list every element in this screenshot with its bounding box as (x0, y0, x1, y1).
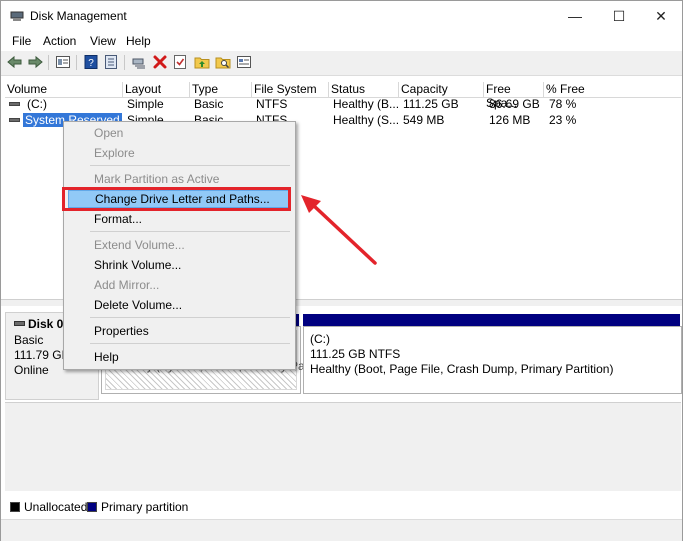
annotation-arrow-icon (301, 195, 377, 265)
delete-x-icon[interactable] (152, 54, 168, 70)
menu-bar: File Action View Help (1, 32, 682, 50)
partition-size: 111.25 GB NTFS (310, 347, 401, 361)
menu-view[interactable]: View (90, 34, 116, 48)
menu-item-delete-volume[interactable]: Delete Volume... (94, 298, 182, 312)
svg-text:?: ? (88, 58, 94, 69)
disk-name: Disk 0 (28, 317, 64, 331)
column-header-type[interactable]: Type (190, 82, 252, 97)
empty-disk-area (5, 402, 681, 491)
column-header-capacity[interactable]: Capacity (399, 82, 484, 97)
cell-free-space: 126 MB (489, 113, 531, 127)
folder-up-icon[interactable] (194, 54, 210, 70)
cell-type: Basic (194, 97, 224, 111)
column-header-status[interactable]: Status (329, 82, 399, 97)
minimize-button[interactable]: — (553, 1, 597, 31)
cell-layout: Simple (127, 97, 164, 111)
cell-volume: (C:) (27, 97, 47, 111)
list-view-icon[interactable] (55, 54, 71, 70)
primary-partition-swatch (87, 502, 97, 512)
disk-state: Online (14, 363, 49, 377)
toolbar-separator (76, 55, 77, 70)
forward-arrow-icon[interactable] (27, 54, 43, 70)
menu-file[interactable]: File (12, 34, 31, 48)
partition-name: (C:) (310, 332, 330, 346)
search-folder-icon[interactable] (215, 54, 231, 70)
properties-icon[interactable] (103, 54, 119, 70)
partition-status: Healthy (Boot, Page File, Crash Dump, Pr… (310, 362, 614, 376)
help-book-icon[interactable]: ? (83, 54, 99, 70)
annotation-highlight-box (62, 187, 291, 211)
volume-icon (9, 118, 20, 122)
menu-separator (90, 165, 290, 166)
menu-item-format[interactable]: Format... (94, 212, 142, 226)
column-header-free-space[interactable]: Free Spa... (484, 82, 544, 110)
console-icon[interactable] (236, 54, 252, 70)
cell-capacity: 111.25 GB (403, 97, 459, 111)
legend-unallocated: Unallocated (24, 500, 88, 514)
menu-item-mark-active[interactable]: Mark Partition as Active (94, 172, 219, 186)
toolbar-separator (124, 55, 125, 70)
menu-item-shrink-volume[interactable]: Shrink Volume... (94, 258, 181, 272)
status-bar (1, 519, 682, 541)
toolbar-separator (48, 55, 49, 70)
menu-item-open[interactable]: Open (94, 126, 123, 140)
legend: Unallocated Primary partition (1, 495, 682, 517)
disk-management-window: Disk Management — ☐ ✕ File Action View H… (0, 0, 683, 541)
menu-help[interactable]: Help (126, 34, 151, 48)
column-header-percent-free[interactable]: % Free (544, 82, 604, 97)
disk-icon (14, 321, 25, 326)
cell-capacity: 549 MB (403, 113, 445, 127)
menu-separator (90, 317, 290, 318)
menu-item-add-mirror[interactable]: Add Mirror... (94, 278, 159, 292)
title-bar: Disk Management — ☐ ✕ (1, 1, 682, 31)
c-partition[interactable]: (C:) 111.25 GB NTFS Healthy (Boot, Page … (303, 326, 682, 394)
cell-free-space: 86.69 GB (489, 97, 540, 111)
disk-type: Basic (14, 333, 44, 347)
column-header-layout[interactable]: Layout (123, 82, 190, 97)
cell-status: Healthy (B... (333, 97, 400, 111)
window-title: Disk Management (30, 9, 127, 23)
unallocated-swatch (10, 502, 20, 512)
menu-item-help[interactable]: Help (94, 350, 119, 364)
cell-status: Healthy (S... (333, 113, 400, 127)
disk-management-app-icon (10, 11, 24, 21)
menu-item-extend-volume[interactable]: Extend Volume... (94, 238, 185, 252)
check-icon[interactable] (172, 54, 188, 70)
connect-icon[interactable] (131, 54, 147, 70)
menu-item-explore[interactable]: Explore (94, 146, 135, 160)
cell-file-system: NTFS (256, 97, 288, 111)
close-button[interactable]: ✕ (639, 1, 683, 31)
disk-size: 111.79 GB (14, 348, 70, 362)
menu-separator (90, 343, 290, 344)
table-row[interactable]: (C:) Simple Basic NTFS Healthy (B... 111… (5, 96, 681, 112)
menu-separator (90, 231, 290, 232)
column-header-file-system[interactable]: File System (252, 82, 329, 97)
toolbar: ? (1, 51, 682, 76)
cell-percent-free: 78 % (549, 97, 577, 111)
maximize-button[interactable]: ☐ (597, 1, 641, 31)
menu-action[interactable]: Action (43, 34, 76, 48)
context-menu: Open Explore Mark Partition as Active Ch… (63, 121, 296, 370)
legend-primary-partition: Primary partition (101, 500, 189, 514)
c-partition-bar (303, 314, 680, 326)
column-header-volume[interactable]: Volume (5, 82, 123, 97)
volume-icon (9, 102, 20, 106)
cell-percent-free: 23 % (549, 113, 577, 127)
back-arrow-icon[interactable] (7, 54, 23, 70)
menu-item-properties[interactable]: Properties (94, 324, 149, 338)
